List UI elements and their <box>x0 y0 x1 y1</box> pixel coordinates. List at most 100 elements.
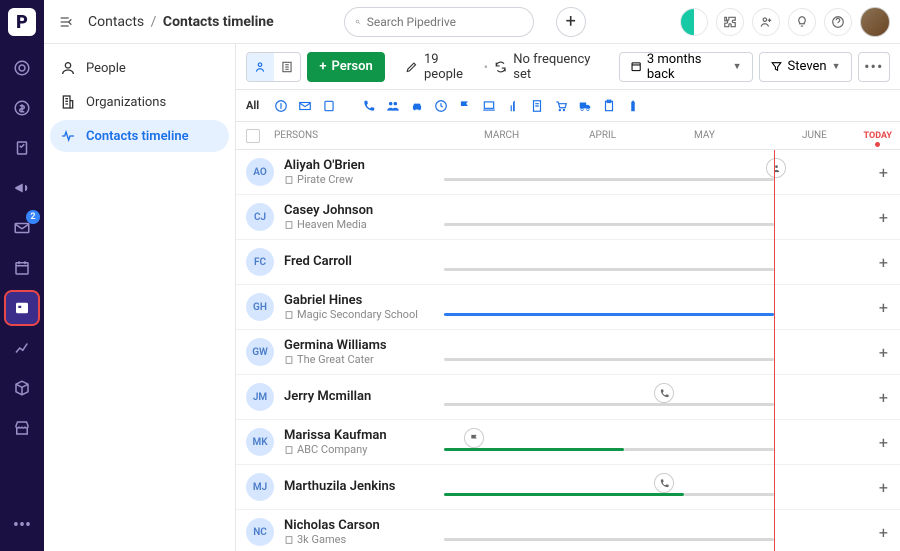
add-activity-button[interactable]: + <box>879 388 888 407</box>
app-logo[interactable]: P <box>8 8 36 36</box>
nav-calendar-icon[interactable] <box>6 252 38 284</box>
filter-food-icon[interactable] <box>505 98 521 114</box>
filter-car-icon[interactable] <box>409 98 425 114</box>
add-activity-button[interactable]: + <box>879 298 888 317</box>
table-row[interactable]: MK Marissa Kaufman ABC Company + <box>236 420 900 465</box>
user-filter[interactable]: Steven ▼ <box>759 52 852 82</box>
add-activity-button[interactable]: + <box>879 208 888 227</box>
today-dot <box>875 142 880 147</box>
filter-flag-icon[interactable] <box>457 98 473 114</box>
more-button[interactable]: ••• <box>858 52 890 82</box>
lightbulb-icon[interactable] <box>788 8 816 36</box>
nav-contacts-icon[interactable] <box>6 292 38 324</box>
phone-marker-icon[interactable] <box>654 473 674 493</box>
person-name[interactable]: Fred Carroll <box>284 254 444 270</box>
sidebar-item-timeline[interactable]: Contacts timeline <box>50 120 229 152</box>
filter-truck-icon[interactable] <box>577 98 593 114</box>
person-name[interactable]: Marthuzila Jenkins <box>284 479 444 495</box>
add-activity-button[interactable]: + <box>879 253 888 272</box>
filter-doc-icon[interactable] <box>529 98 545 114</box>
nav-target-icon[interactable] <box>6 52 38 84</box>
help-icon[interactable] <box>824 8 852 36</box>
add-person-button[interactable]: + Person <box>307 52 384 82</box>
filter-note-icon[interactable] <box>321 98 337 114</box>
flag-marker-icon[interactable] <box>464 428 484 448</box>
table-row[interactable]: AO Aliyah O'Brien Pirate Crew + <box>236 150 900 195</box>
filter-clock-icon[interactable] <box>433 98 449 114</box>
filter-battery-icon[interactable] <box>625 98 641 114</box>
sidebar-item-label: People <box>86 61 126 76</box>
table-row[interactable]: CJ Casey Johnson Heaven Media + <box>236 195 900 240</box>
nav-megaphone-icon[interactable] <box>6 172 38 204</box>
theme-icon[interactable] <box>680 8 708 36</box>
avatar: CJ <box>246 203 274 231</box>
table-row[interactable]: NC Nicholas Carson 3k Games + <box>236 510 900 551</box>
add-activity-button[interactable]: + <box>879 343 888 362</box>
view-toggle <box>246 52 301 82</box>
person-name[interactable]: Aliyah O'Brien <box>284 158 444 174</box>
avatar: AO <box>246 158 274 186</box>
table-row[interactable]: GW Germina Williams The Great Cater + <box>236 330 900 375</box>
sidebar-item-organizations[interactable]: Organizations <box>50 86 229 118</box>
puzzle-icon[interactable] <box>716 8 744 36</box>
avatar: FC <box>246 248 274 276</box>
sidebar-item-people[interactable]: People <box>50 52 229 84</box>
frequency-selector[interactable]: No frequency set <box>494 52 607 82</box>
pencil-icon <box>405 60 418 74</box>
filter-clipboard-icon[interactable] <box>601 98 617 114</box>
filter-dollar-icon[interactable] <box>273 98 289 114</box>
nav-box-icon[interactable] <box>6 372 38 404</box>
person-name[interactable]: Casey Johnson <box>284 203 444 219</box>
table-row[interactable]: MJ Marthuzila Jenkins + <box>236 465 900 510</box>
timerange-selector[interactable]: 3 months back ▼ <box>619 52 753 82</box>
global-add-button[interactable]: + <box>556 7 586 37</box>
filter-cart-icon[interactable] <box>553 98 569 114</box>
filter-mail-icon[interactable] <box>297 98 313 114</box>
view-person-icon[interactable] <box>247 53 274 81</box>
invite-icon[interactable] <box>752 8 780 36</box>
phone-marker-icon[interactable] <box>654 383 674 403</box>
table-row[interactable]: JM Jerry Mcmillan + <box>236 375 900 420</box>
select-all-checkbox[interactable] <box>246 129 260 143</box>
nav-more-icon[interactable]: ••• <box>6 509 38 541</box>
user-avatar[interactable] <box>860 7 890 37</box>
nav-mail-icon[interactable]: 2 <box>6 212 38 244</box>
person-name[interactable]: Germina Williams <box>284 338 444 354</box>
avatar: GW <box>246 338 274 366</box>
search-box[interactable] <box>344 7 534 37</box>
collapse-sidebar-button[interactable] <box>54 10 78 34</box>
person-org: Heaven Media <box>284 218 444 231</box>
nav-clipboard-icon[interactable] <box>6 132 38 164</box>
filter-call-icon[interactable] <box>361 98 377 114</box>
person-name[interactable]: Jerry Mcmillan <box>284 389 444 405</box>
timeline-track <box>444 150 890 194</box>
filter-meeting-icon[interactable] <box>385 98 401 114</box>
chevron-down-icon: ▼ <box>733 61 742 72</box>
view-org-icon[interactable] <box>274 53 301 81</box>
table-row[interactable]: GH Gabriel Hines Magic Secondary School … <box>236 285 900 330</box>
filter-all[interactable]: All <box>246 99 259 112</box>
sidebar-item-label: Organizations <box>86 95 166 110</box>
nav-dollar-icon[interactable] <box>6 92 38 124</box>
avatar: GH <box>246 293 274 321</box>
add-activity-button[interactable]: + <box>879 523 888 542</box>
search-input[interactable] <box>367 15 523 29</box>
nav-store-icon[interactable] <box>6 412 38 444</box>
person-name[interactable]: Nicholas Carson <box>284 518 444 534</box>
filter-laptop-icon[interactable] <box>481 98 497 114</box>
table-row[interactable]: FC Fred Carroll + <box>236 240 900 285</box>
breadcrumb: Contacts / Contacts timeline <box>88 14 274 30</box>
timeline-track <box>444 510 890 551</box>
person-name[interactable]: Marissa Kaufman <box>284 428 444 444</box>
add-activity-button[interactable]: + <box>879 478 888 497</box>
person-marker-icon[interactable] <box>766 158 786 178</box>
breadcrumb-root[interactable]: Contacts <box>88 14 144 30</box>
people-count[interactable]: 19 people <box>405 52 478 82</box>
chevron-down-icon: ▼ <box>832 61 841 72</box>
add-activity-button[interactable]: + <box>879 433 888 452</box>
nav-chart-icon[interactable] <box>6 332 38 364</box>
person-org: Magic Secondary School <box>284 308 444 321</box>
timeline-track <box>444 330 890 374</box>
add-activity-button[interactable]: + <box>879 163 888 182</box>
person-name[interactable]: Gabriel Hines <box>284 293 444 309</box>
